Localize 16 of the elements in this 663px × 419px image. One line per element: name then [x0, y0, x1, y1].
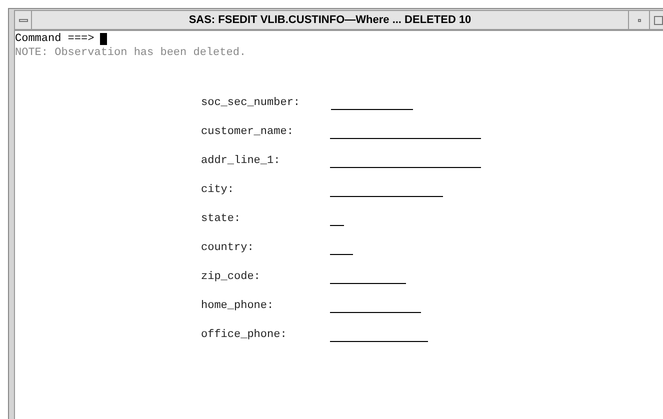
- field-label: state:: [201, 212, 242, 226]
- square-icon: [654, 16, 663, 24]
- command-label: Command ===>: [15, 32, 94, 46]
- window-title: SAS: FSEDIT VLIB.CUSTINFO—Where ... DELETED 10: [188, 12, 472, 28]
- field-label: home_phone:: [201, 299, 275, 313]
- field-label: office_phone:: [201, 328, 288, 342]
- note-message: NOTE: Observation has been deleted.: [15, 46, 248, 60]
- command-field[interactable]: [100, 32, 108, 44]
- field-label: customer_name:: [201, 125, 294, 139]
- field-label: country:: [201, 241, 255, 255]
- field-label: city:: [201, 183, 236, 197]
- field-label: soc_sec_number:: [201, 96, 302, 110]
- maximize-button[interactable]: [649, 11, 663, 29]
- minus-icon: [18, 18, 28, 22]
- field-label: addr_line_1:: [201, 154, 282, 168]
- field-label: zip_code:: [201, 270, 262, 284]
